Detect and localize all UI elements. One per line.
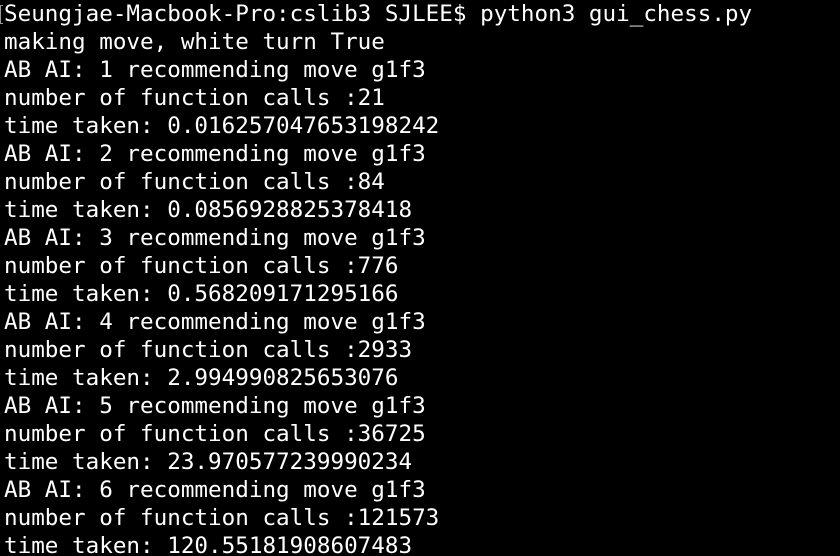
output-line: AB AI: 4 recommending move g1f3 — [4, 309, 426, 335]
terminal-window[interactable]: Seungjae-Macbook-Pro:cslib3 SJLEE$ pytho… — [0, 0, 840, 556]
output-line: time taken: 120.55181908607483 — [4, 533, 413, 556]
output-line: number of function calls :121573 — [4, 505, 440, 531]
output-line: number of function calls :2933 — [4, 337, 413, 363]
output-line: time taken: 2.994990825653076 — [4, 365, 399, 391]
output-line: AB AI: 6 recommending move g1f3 — [4, 477, 426, 503]
output-line: number of function calls :776 — [4, 253, 399, 279]
output-line: number of function calls :36725 — [4, 421, 426, 447]
output-line: time taken: 0.016257047653198242 — [4, 113, 440, 139]
output-line: AB AI: 2 recommending move g1f3 — [4, 141, 426, 167]
command-prompt-line: Seungjae-Macbook-Pro:cslib3 SJLEE$ pytho… — [4, 1, 753, 27]
line-marker-icon — [0, 5, 3, 24]
output-line: AB AI: 1 recommending move g1f3 — [4, 57, 426, 83]
output-line: time taken: 0.0856928825378418 — [4, 197, 413, 223]
output-line: time taken: 0.568209171295166 — [4, 281, 399, 307]
output-line: AB AI: 5 recommending move g1f3 — [4, 393, 426, 419]
output-line: number of function calls :21 — [4, 85, 385, 111]
output-line: making move, white turn True — [4, 29, 385, 55]
terminal-output: Seungjae-Macbook-Pro:cslib3 SJLEE$ pytho… — [4, 0, 752, 556]
output-line: AB AI: 3 recommending move g1f3 — [4, 225, 426, 251]
output-line: time taken: 23.970577239990234 — [4, 449, 413, 475]
output-line: number of function calls :84 — [4, 169, 385, 195]
